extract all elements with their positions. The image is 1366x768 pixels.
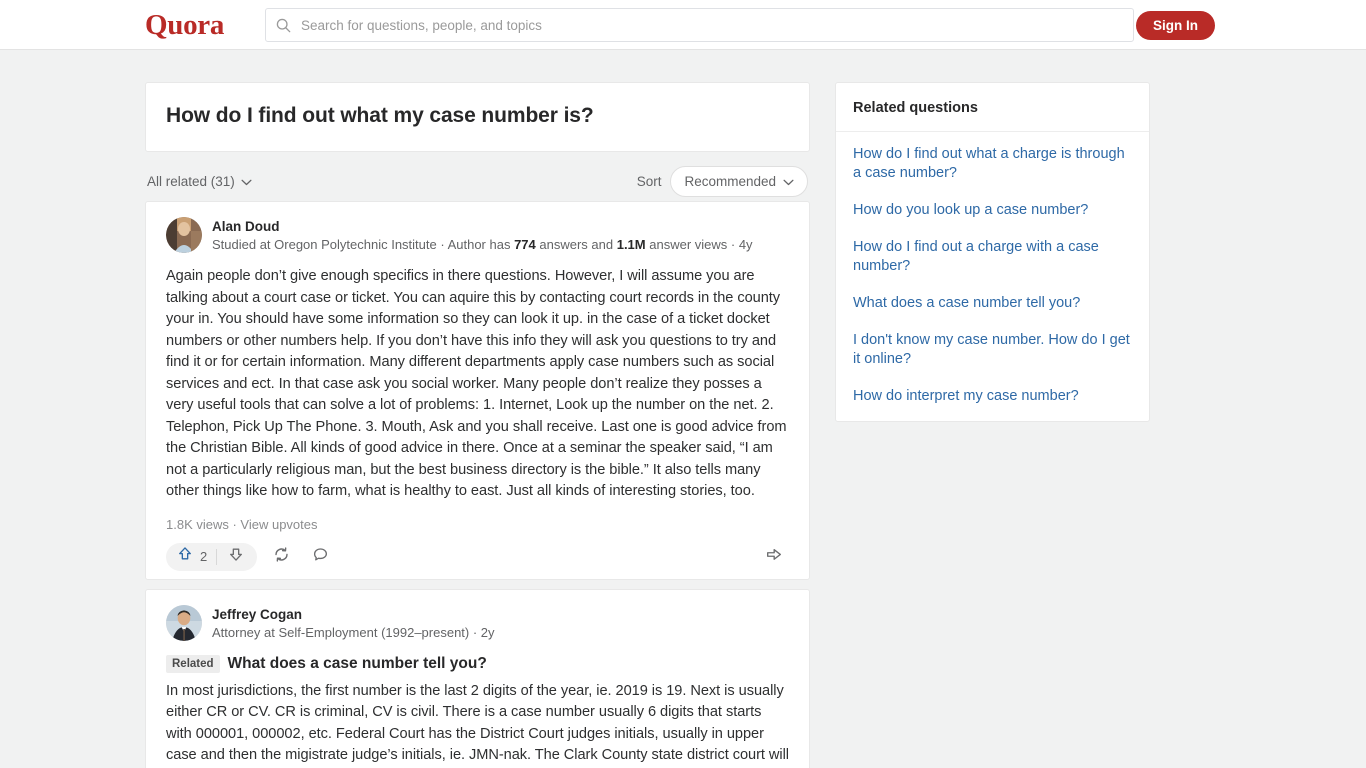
related-questions-title: Related questions (836, 83, 1149, 132)
credential-view-count: 1.1M (616, 237, 646, 252)
author-credential: Attorney at Self-Employment (1992–presen… (212, 624, 495, 640)
related-question-link[interactable]: What does a case number tell you? (853, 294, 1132, 313)
author-name[interactable]: Jeffrey Cogan (212, 606, 495, 623)
answer-card: Alan Doud Studied at Oregon Polytechnic … (145, 201, 810, 580)
quora-logo[interactable]: Quora (145, 8, 224, 42)
all-related-label: All related (31) (147, 173, 235, 189)
chevron-down-icon (241, 174, 252, 189)
status-badge: Related (166, 654, 220, 673)
avatar[interactable] (166, 604, 202, 641)
comment-bubble-icon (312, 546, 329, 568)
search-bar[interactable] (265, 8, 1134, 42)
related-question-link[interactable]: How do you look up a case number? (853, 201, 1132, 220)
avatar[interactable] (166, 217, 202, 253)
comment-button[interactable] (305, 543, 335, 571)
author-credential: Studied at Oregon Polytechnic Institute … (212, 236, 753, 254)
share-button[interactable] (759, 543, 789, 571)
repost-icon (273, 546, 290, 568)
related-question-link[interactable]: I don't know my case number. How do I ge… (853, 331, 1132, 369)
author-meta: Alan Doud Studied at Oregon Polytechnic … (212, 217, 753, 254)
author-meta: Jeffrey Cogan Attorney at Self-Employmen… (212, 605, 495, 642)
related-question-link[interactable]: How do interpret my case number? (853, 387, 1132, 406)
answer-filter-bar: All related (31) Sort Recommended (145, 161, 810, 201)
credential-answer-count: 774 (514, 237, 536, 252)
repost-button[interactable] (266, 543, 296, 571)
all-related-dropdown[interactable]: All related (31) (147, 174, 252, 189)
related-question-link[interactable]: How do I find out what a charge is throu… (853, 145, 1132, 183)
related-questions-card: Related questions How do I find out what… (835, 82, 1150, 422)
sort-dropdown[interactable]: Recommended (670, 165, 808, 197)
question-card: How do I find out what my case number is… (145, 82, 810, 152)
related-question-header[interactable]: Related What does a case number tell you… (166, 654, 789, 674)
main-column: How do I find out what my case number is… (145, 82, 810, 768)
site-header: Quora Sign In (0, 0, 1366, 50)
answer-body: Again people don’t give enough specifics… (166, 268, 787, 499)
answer-body: In most jurisdictions, the first number … (166, 682, 789, 764)
author-name[interactable]: Alan Doud (212, 218, 753, 235)
answer-action-bar: 2 (166, 535, 789, 579)
page-body: How do I find out what my case number is… (0, 50, 1366, 768)
upvote-arrow-icon (177, 546, 193, 567)
action-left-group: 2 (166, 542, 335, 571)
upvote-count: 2 (200, 549, 208, 564)
chevron-down-icon (783, 174, 794, 189)
search-input[interactable] (299, 10, 1123, 40)
answer-views-line[interactable]: 1.8K views · View upvotes (166, 517, 789, 532)
credential-prefix: Studied at Oregon Polytechnic Institute … (212, 237, 515, 252)
sort-group: Sort Recommended (636, 165, 808, 197)
search-icon (276, 18, 291, 33)
downvote-button[interactable] (217, 543, 255, 571)
related-questions-list: How do I find out what a charge is throu… (836, 132, 1149, 421)
share-arrow-icon (765, 545, 783, 568)
downvote-arrow-icon (228, 546, 244, 567)
answer-card: Jeffrey Cogan Attorney at Self-Employmen… (145, 588, 810, 768)
sidebar: Related questions How do I find out what… (835, 82, 1150, 422)
vote-pill: 2 (166, 542, 258, 571)
related-question-title: What does a case number tell you? (227, 654, 487, 672)
sort-value: Recommended (684, 173, 776, 189)
sign-in-button[interactable]: Sign In (1136, 11, 1215, 40)
author-row: Jeffrey Cogan Attorney at Self-Employmen… (166, 604, 789, 642)
upvote-button[interactable]: 2 (168, 543, 216, 571)
page-title: How do I find out what my case number is… (166, 104, 594, 127)
author-row: Alan Doud Studied at Oregon Polytechnic … (166, 217, 789, 254)
credential-mid: answers and (535, 237, 617, 252)
credential-suffix: answer views · 4y (645, 237, 753, 252)
related-question-link[interactable]: How do I find out a charge with a case n… (853, 238, 1132, 276)
sort-label: Sort (636, 173, 662, 189)
